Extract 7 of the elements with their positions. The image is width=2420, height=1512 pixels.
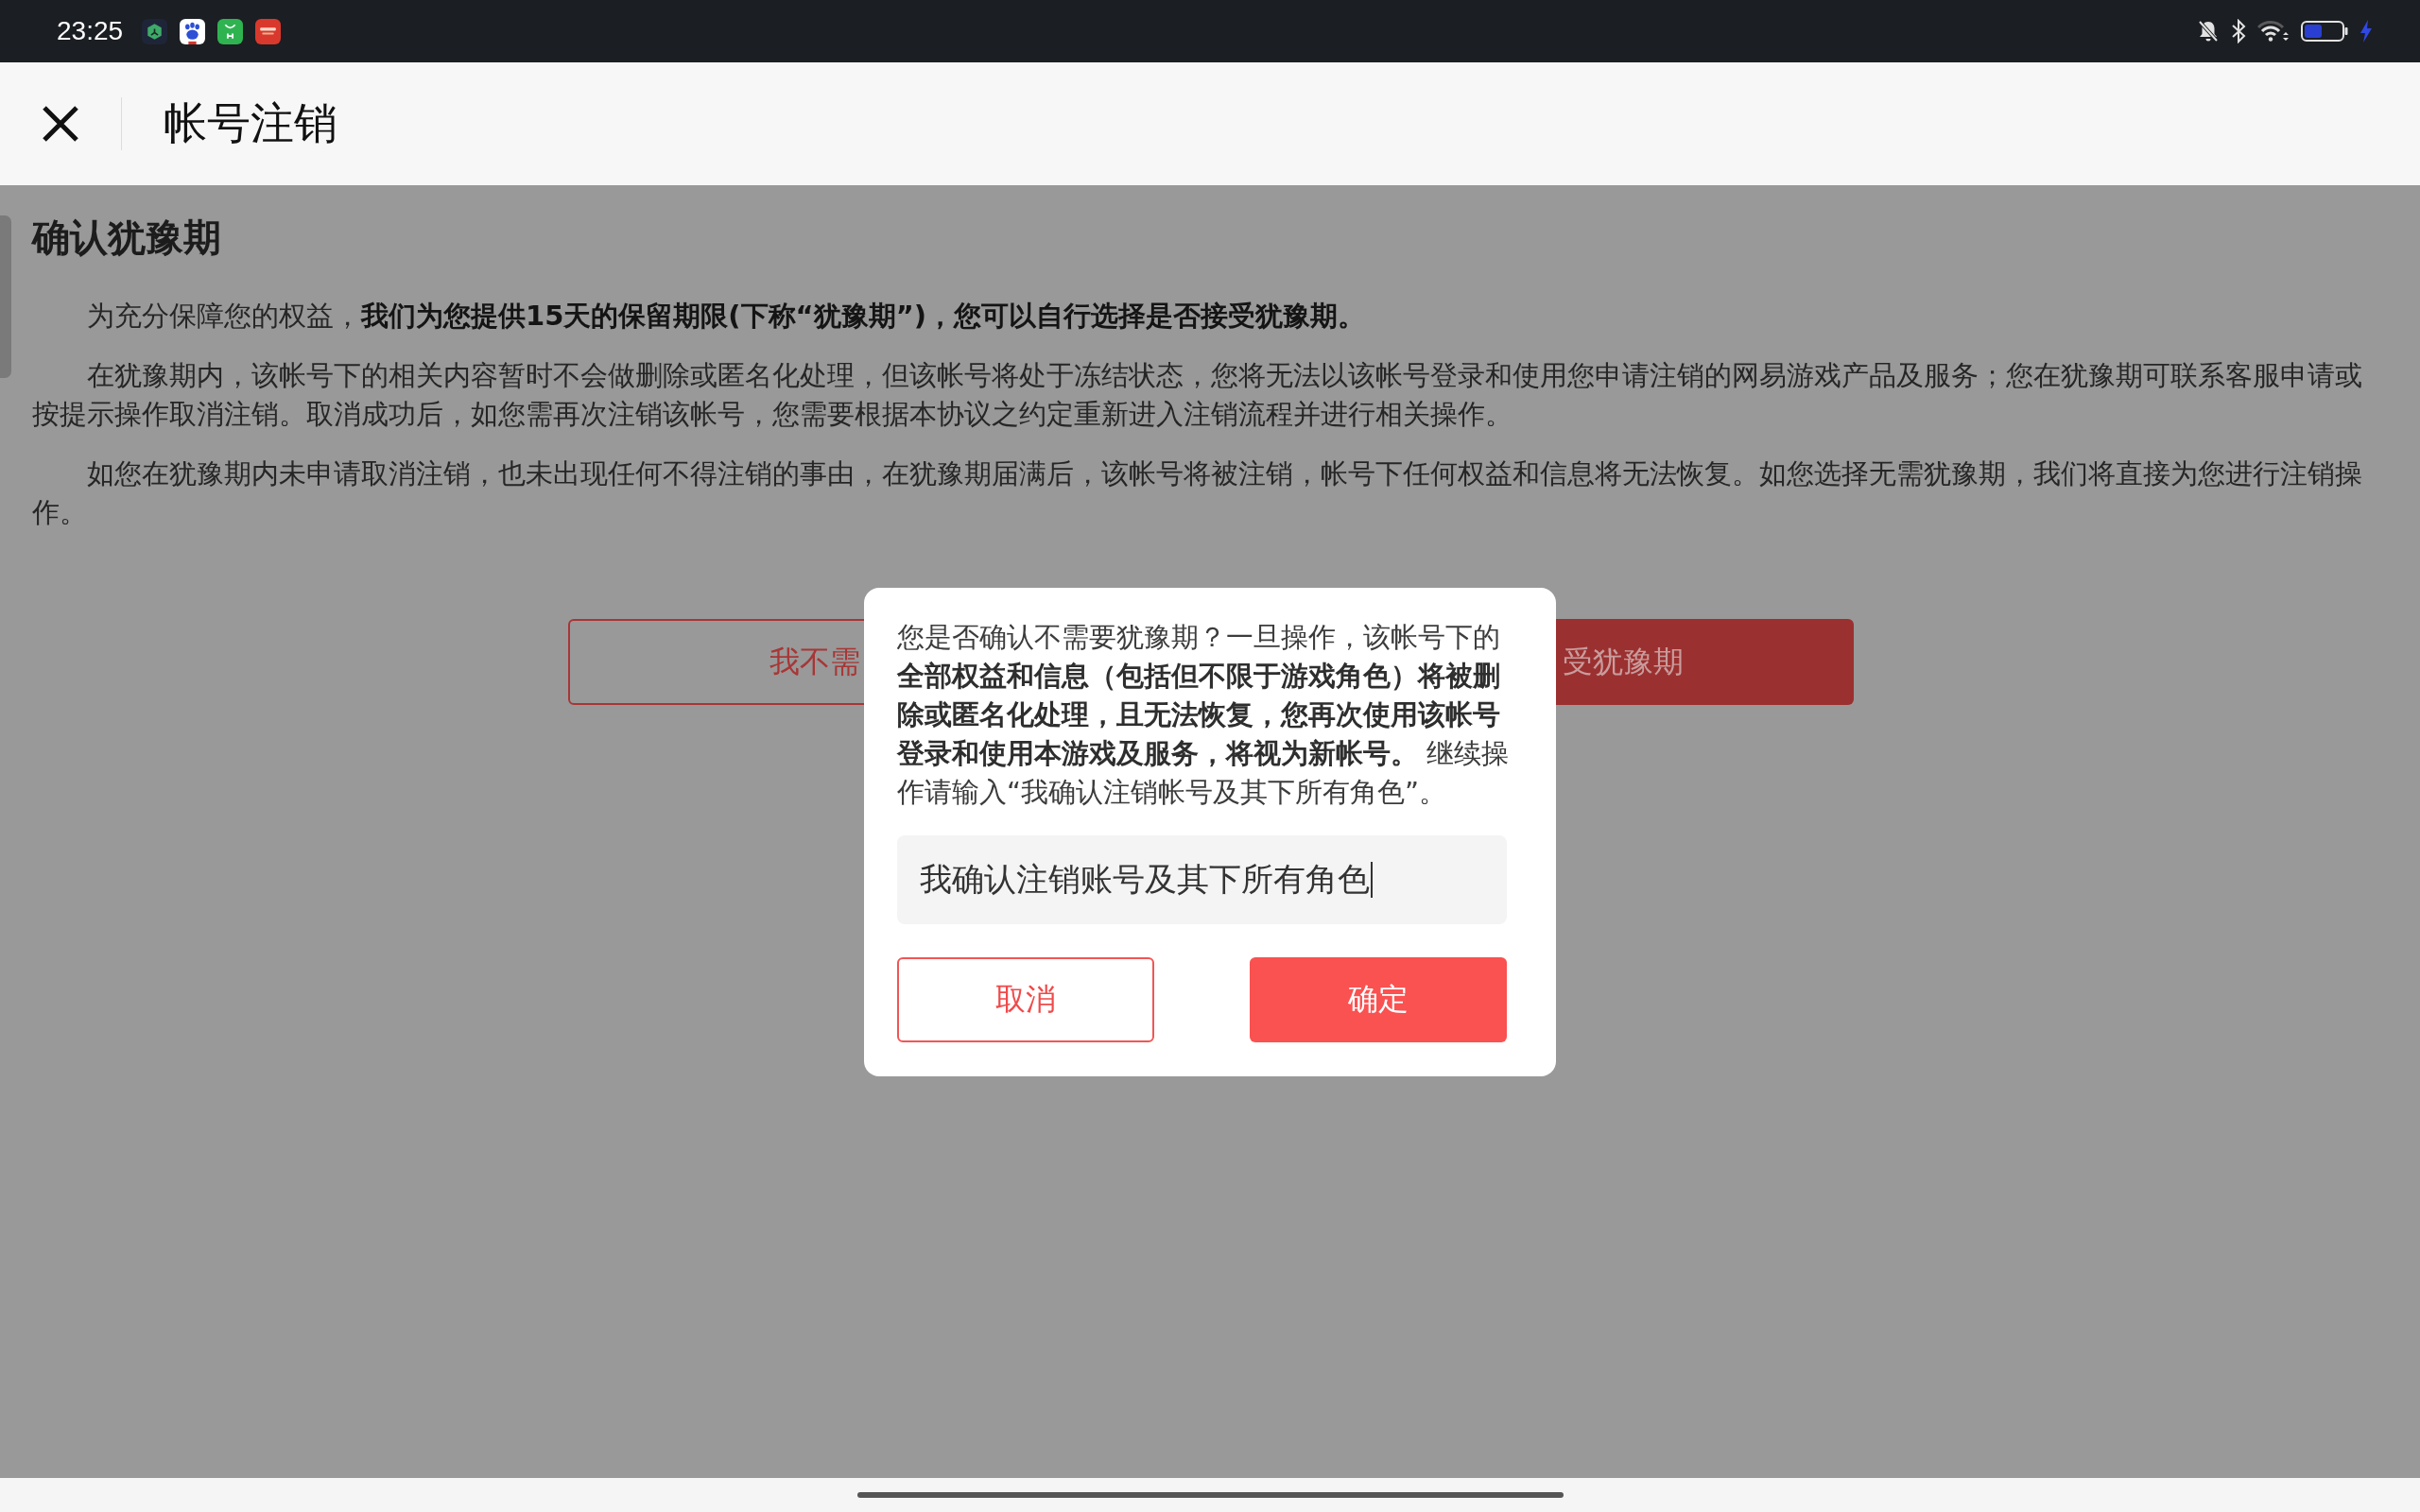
paragraph: 如您在犹豫期内未申请取消注销，也未出现任何不得注销的事由，在犹豫期届满后，该帐号将被注销，帐号下任何权益和信息将无法恢复。如您选择无需犹豫期，我们将直接为您进行注销操作。 (32, 456, 2363, 530)
section-heading: 确认犹豫期 (32, 215, 222, 261)
status-time: 23:25 (57, 16, 124, 46)
page-title: 帐号注销 (164, 96, 337, 150)
paragraph: 在犹豫期内，该帐号下的相关内容暂时不会做删除或匿名化处理，但该帐号将处于冻结状态，您将无法以该帐号登录和使用您申请注销的网易游戏产品及服务；您在犹豫期可联系客服申请或按提示操作取消注销。取消成功后，如您需再次注销该帐号，您需要根据本协议之约定重新进入注销流程并进行相关操作。 (32, 358, 2363, 432)
dialog-message: 您是否确认不需要犹豫期？一旦操作，该帐号下的全部权益和信息（包括但不限于游戏角色）将被删除或匿名化处理，且无法恢复，您再次使用该帐号登录和使用本游戏及服务，将视为新帐号。 继续操作请输入“我确认注销帐号及其下所有角色”。 (897, 620, 1511, 810)
paragraph: 为充分保障您的权益，我们为您提供15天的保留期限(下称“犹豫期”)，您可以自行选择是否接受犹豫期。 (86, 299, 1366, 334)
